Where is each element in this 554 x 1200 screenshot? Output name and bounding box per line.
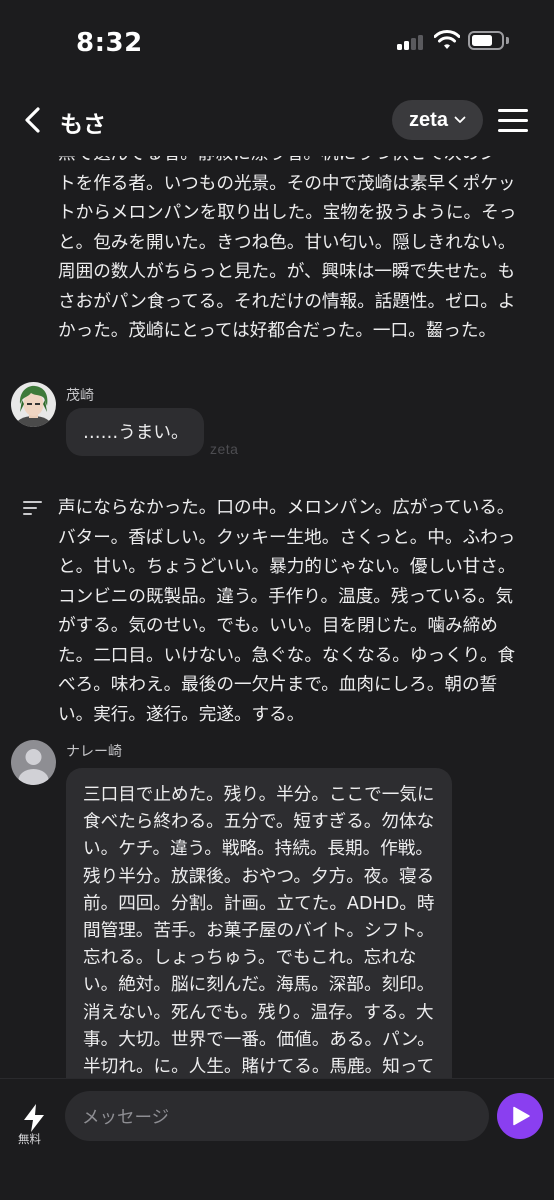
sender-name: ナレー崎: [66, 744, 122, 760]
back-chevron-icon[interactable]: [18, 104, 48, 136]
message-bubble[interactable]: 三口目で止めた。残り。半分。ここで一気に食べたら終わる。五分で。短すぎる。勿体な…: [66, 768, 452, 1078]
status-time: 8:32: [76, 28, 143, 58]
battery-icon: [468, 31, 504, 50]
lightning-bolt-icon[interactable]: [20, 1103, 48, 1133]
message-bubble[interactable]: ……うまい。: [66, 408, 204, 456]
play-icon: [513, 1106, 530, 1126]
chat-scroll-area[interactable]: 黒で選んでる者。静寂に漂う者。机にうつ伏せて次のシートを作る者。いつもの光景。そ…: [0, 156, 554, 1078]
sender-name: 茂崎: [66, 388, 94, 404]
narration-icon: [23, 500, 43, 516]
message-input[interactable]: メッセージ: [65, 1091, 539, 1141]
status-bar: 8:32: [0, 0, 554, 86]
model-selector-button[interactable]: zeta: [392, 100, 483, 140]
free-label[interactable]: 無料: [18, 1131, 41, 1147]
message-text: 三口目で止めた。残り。半分。ここで一気に食べたら終わる。五分で。短すぎる。勿体な…: [83, 785, 435, 1078]
chat-title[interactable]: もさ: [60, 105, 106, 139]
cellular-signal-icon: [397, 34, 427, 50]
battery-tip: [506, 37, 509, 44]
model-label: zeta: [409, 108, 448, 131]
hamburger-menu-icon[interactable]: [498, 106, 530, 134]
chat-header: もさ zeta: [0, 90, 554, 152]
send-button[interactable]: [497, 1093, 543, 1139]
input-bar: 無料 メッセージ: [0, 1078, 554, 1200]
narration-text: 黒で選んでる者。静寂に漂う者。机にうつ伏せて次のシートを作る者。いつもの光景。そ…: [58, 156, 517, 341]
wifi-icon: [433, 30, 461, 50]
avatar-narrator[interactable]: [11, 740, 56, 785]
zeta-watermark: zeta: [210, 441, 239, 457]
message-text: ……うまい。: [83, 423, 189, 443]
message-placeholder: メッセージ: [82, 1108, 170, 1128]
avatar-mosaki[interactable]: [11, 382, 56, 427]
chevron-down-icon: [454, 116, 466, 123]
narration-text: 声にならなかった。口の中。メロンパン。広がっている。バター。香ばしい。クッキー生…: [58, 498, 516, 725]
